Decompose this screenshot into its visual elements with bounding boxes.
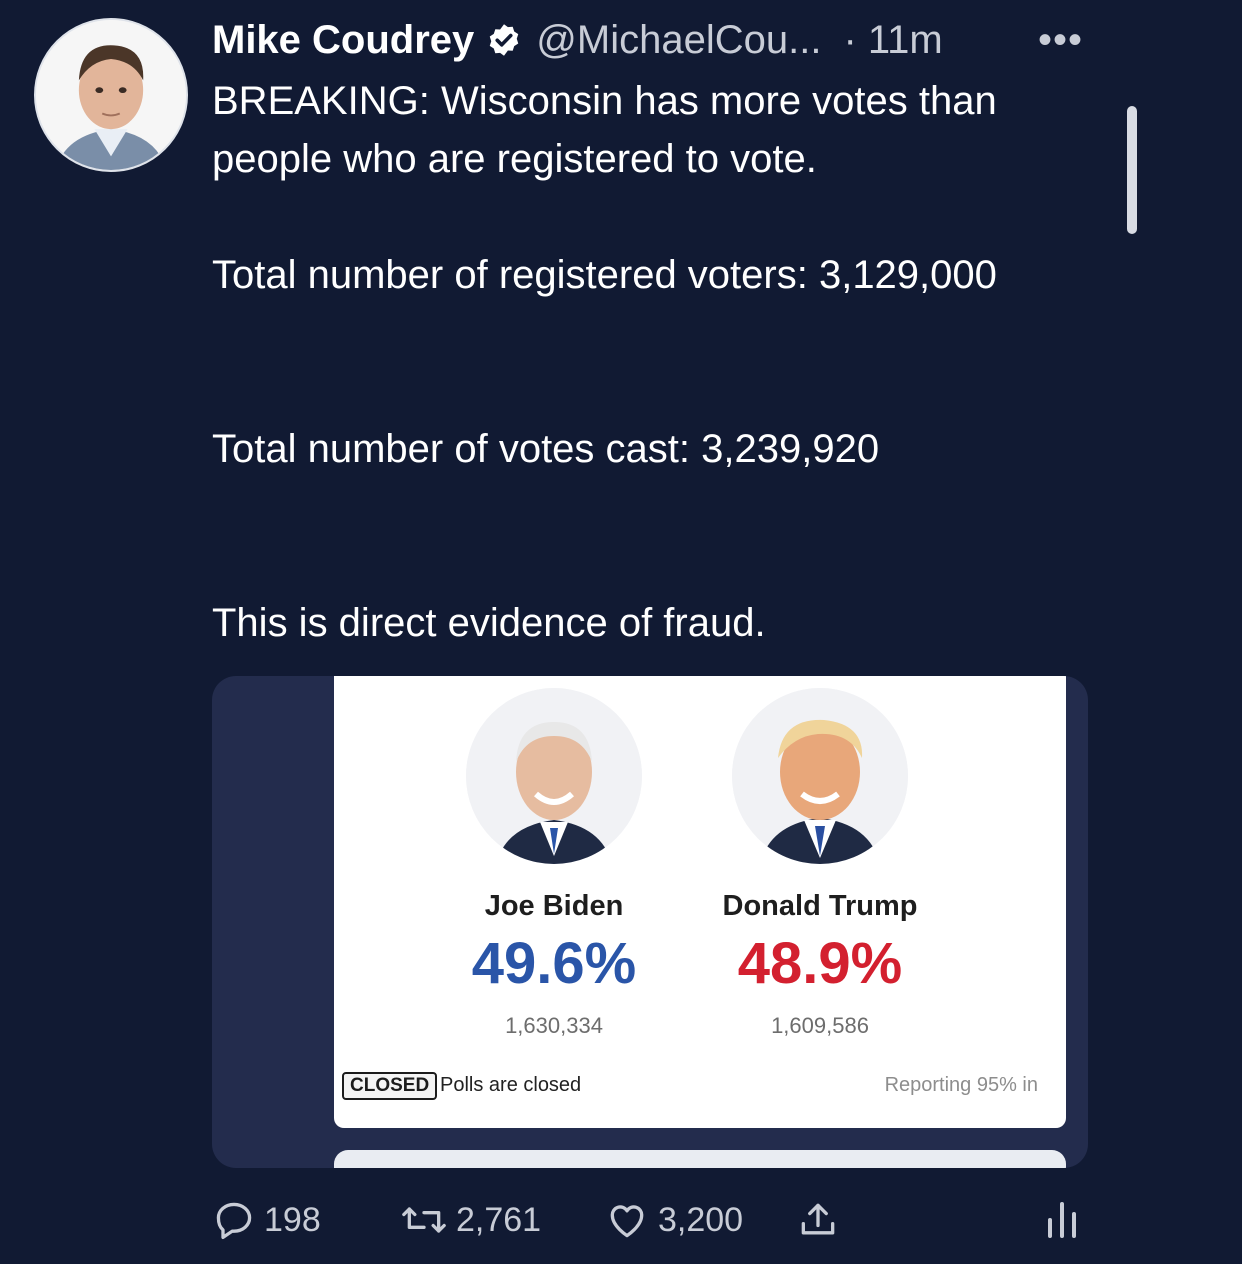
candidate-name: Donald Trump [722,890,918,922]
reply-button[interactable]: 198 [212,1190,321,1250]
tweet-header: Mike Coudrey @MichaelCou... · 11m [212,16,943,64]
scrollbar[interactable] [1127,106,1137,234]
candidate-portrait [732,688,908,864]
tweet-actions: 198 2,761 3,200 [212,1190,1092,1250]
candidate-portrait [466,688,642,864]
more-options-icon[interactable]: ••• [1038,16,1083,64]
poll-status-row: CLOSED Polls are closed Reporting 95% in [334,1072,1066,1102]
candidate-name: Joe Biden [484,890,624,922]
tweet-text-paragraph: Total number of registered voters: 3,129… [212,253,997,297]
candidate-trump: Donald Trump 48.9% 1,609,586 [690,676,950,1039]
retweet-icon [400,1198,448,1242]
tweet-media[interactable]: Joe Biden 49.6% 1,630,334 Donald Trump 4… [212,676,1088,1168]
tweet-text-paragraph: Total number of votes cast: 3,239,920 [212,427,880,471]
like-button[interactable]: 3,200 [604,1190,743,1250]
retweet-button[interactable]: 2,761 [400,1190,541,1250]
analytics-icon [1044,1202,1080,1244]
retweet-count: 2,761 [456,1200,542,1239]
candidate-votes: 1,609,586 [771,1013,869,1038]
poll-status-text: Polls are closed [440,1074,582,1096]
avatar[interactable] [34,18,188,172]
next-card-edge [334,1150,1066,1168]
share-button[interactable] [796,1190,840,1250]
like-count: 3,200 [658,1200,744,1239]
candidate-percent: 48.9% [737,931,903,996]
verified-badge-icon [486,22,522,58]
candidate-votes: 1,630,334 [505,1013,603,1038]
author-handle[interactable]: @MichaelCou... [536,18,821,63]
tweet-text-paragraph: BREAKING: Wisconsin has more votes than … [212,79,997,181]
author-display-name[interactable]: Mike Coudrey [212,18,474,63]
reporting-text: Reporting 95% in [884,1074,1038,1096]
candidate-biden: Joe Biden 49.6% 1,630,334 [424,676,684,1039]
status-badge: CLOSED [342,1072,438,1100]
analytics-button[interactable] [1044,1196,1080,1245]
like-icon [604,1198,650,1242]
tweet-text-paragraph: This is direct evidence of fraud. [212,601,766,645]
candidate-percent: 49.6% [471,931,637,996]
tweet-timestamp[interactable]: · 11m [843,18,942,63]
share-icon [796,1198,840,1242]
election-results-card: Joe Biden 49.6% 1,630,334 Donald Trump 4… [334,676,1066,1128]
reply-count: 198 [264,1200,321,1239]
reply-icon [212,1198,256,1242]
